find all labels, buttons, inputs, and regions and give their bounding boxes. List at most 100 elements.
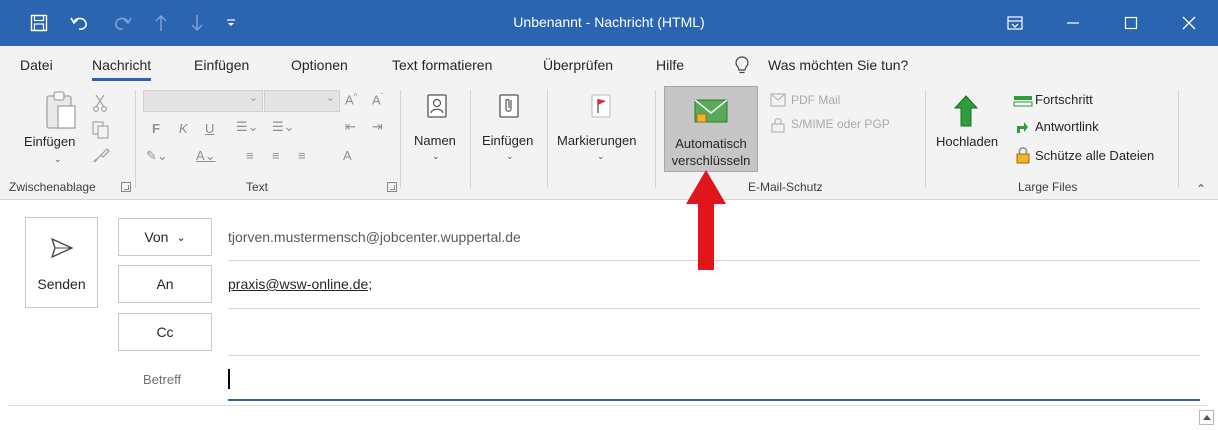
ribbon-tabs: Datei Nachricht Einfügen Optionen Text f… bbox=[0, 46, 1218, 84]
maximize-button[interactable] bbox=[1102, 0, 1160, 46]
from-value[interactable]: tjorven.mustermensch@jobcenter.wuppertal… bbox=[228, 229, 521, 245]
upload-button[interactable]: Hochladen bbox=[936, 134, 998, 149]
down-icon[interactable] bbox=[190, 14, 204, 32]
decrease-indent-icon[interactable]: ⇤ bbox=[345, 119, 356, 135]
auto-encrypt-button[interactable]: Automatisch verschlüsseln bbox=[664, 86, 758, 172]
font-color-icon[interactable]: A⌄ bbox=[196, 148, 216, 164]
lightbulb-icon bbox=[734, 55, 750, 80]
paperclip-icon bbox=[498, 94, 520, 123]
font-family-combo[interactable] bbox=[143, 90, 263, 112]
tab-ueberpruefen[interactable]: Überprüfen bbox=[543, 57, 613, 73]
send-label: Senden bbox=[37, 276, 86, 292]
auto-encrypt-label-1: Automatisch bbox=[675, 136, 747, 151]
group-label-large-files: Large Files bbox=[1018, 180, 1078, 194]
cc-button[interactable]: Cc bbox=[118, 313, 212, 351]
divider bbox=[470, 90, 471, 188]
align-left-icon[interactable]: ≡ bbox=[246, 148, 254, 163]
reply-link-button[interactable]: Antwortlink bbox=[1035, 119, 1099, 134]
font-size-combo[interactable] bbox=[264, 90, 340, 112]
customize-icon[interactable] bbox=[226, 17, 236, 29]
italic-button[interactable]: K bbox=[179, 121, 188, 136]
divider bbox=[925, 90, 926, 188]
up-icon[interactable] bbox=[154, 14, 168, 32]
minimize-button[interactable] bbox=[1044, 0, 1102, 46]
grow-font-icon[interactable]: A^ bbox=[345, 92, 357, 107]
paste-button[interactable]: Einfügen bbox=[24, 134, 75, 149]
divider bbox=[400, 90, 401, 188]
tab-nachricht[interactable]: Nachricht bbox=[92, 57, 152, 81]
cut-icon[interactable] bbox=[92, 94, 108, 117]
address-book-icon bbox=[426, 94, 448, 123]
numbering-icon[interactable]: ☰⌄ bbox=[272, 119, 295, 135]
tell-me-search[interactable]: Was möchten Sie tun? bbox=[768, 57, 908, 73]
quick-access-toolbar bbox=[0, 14, 236, 32]
smime-pgp-button[interactable]: S/MIME oder PGP bbox=[791, 117, 890, 131]
undo-icon[interactable] bbox=[70, 14, 90, 32]
chevron-down-icon: ⌄ bbox=[54, 154, 62, 164]
format-painter-icon[interactable] bbox=[92, 146, 110, 169]
progress-button[interactable]: Fortschritt bbox=[1035, 92, 1093, 107]
clipboard-launcher-icon[interactable] bbox=[121, 182, 131, 192]
ribbon: Einfügen ⌄ Zwischenablage A^ Aˇ F K U ☰⌄… bbox=[0, 84, 1218, 200]
send-button[interactable]: Senden bbox=[25, 217, 98, 308]
upload-icon bbox=[953, 94, 979, 133]
tab-einfuegen[interactable]: Einfügen bbox=[194, 57, 249, 73]
divider bbox=[228, 355, 1200, 356]
align-center-icon[interactable]: ≡ bbox=[272, 148, 280, 163]
text-cursor bbox=[228, 369, 230, 389]
tags-button[interactable]: Markierungen bbox=[557, 133, 637, 148]
highlight-icon[interactable]: ✎⌄ bbox=[146, 148, 168, 164]
title-bar: Unbenannt - Nachricht (HTML) bbox=[0, 0, 1218, 46]
auto-encrypt-label-2: verschlüsseln bbox=[671, 153, 751, 168]
divider bbox=[655, 90, 656, 188]
window-controls bbox=[986, 0, 1218, 46]
underline-button[interactable]: U bbox=[205, 121, 214, 136]
pdf-mail-button[interactable]: PDF Mail bbox=[791, 93, 840, 107]
tab-datei[interactable]: Datei bbox=[20, 57, 53, 73]
to-button[interactable]: An bbox=[118, 265, 212, 303]
save-icon[interactable] bbox=[30, 14, 48, 32]
divider bbox=[228, 308, 1200, 309]
divider bbox=[547, 90, 548, 188]
names-button[interactable]: Namen bbox=[414, 133, 456, 148]
progress-icon bbox=[1013, 94, 1033, 112]
group-label-text: Text bbox=[246, 180, 269, 194]
shrink-font-icon[interactable]: Aˇ bbox=[372, 92, 383, 107]
encrypted-mail-icon bbox=[694, 99, 728, 130]
chevron-down-icon: ⌄ bbox=[432, 151, 440, 161]
annotation-arrow-icon bbox=[684, 168, 728, 277]
collapse-ribbon-icon[interactable]: ⌃ bbox=[1196, 182, 1206, 196]
group-label-clipboard: Zwischenablage bbox=[9, 180, 96, 194]
paste-icon bbox=[44, 90, 78, 137]
increase-indent-icon[interactable]: ⇥ bbox=[372, 119, 383, 135]
protect-all-files-button[interactable]: Schütze alle Dateien bbox=[1035, 148, 1154, 163]
tab-text-formatieren[interactable]: Text formatieren bbox=[392, 57, 492, 73]
ribbon-display-options-button[interactable] bbox=[986, 0, 1044, 46]
copy-icon[interactable] bbox=[92, 121, 110, 144]
to-field[interactable]: praxis@wsw-online.de; bbox=[228, 276, 372, 292]
divider bbox=[1178, 90, 1179, 188]
text-launcher-icon[interactable] bbox=[387, 182, 397, 192]
tab-hilfe[interactable]: Hilfe bbox=[656, 57, 684, 73]
align-right-icon[interactable]: ≡ bbox=[298, 148, 306, 163]
chevron-down-icon: ⌄ bbox=[597, 151, 605, 161]
close-button[interactable] bbox=[1160, 0, 1218, 46]
from-button[interactable]: Von ⌄ bbox=[118, 218, 212, 256]
clear-formatting-icon[interactable]: A bbox=[343, 148, 352, 163]
bold-button[interactable]: F bbox=[152, 121, 160, 136]
pdf-mail-icon bbox=[770, 93, 786, 112]
scroll-up-button[interactable] bbox=[1199, 410, 1214, 425]
subject-label: Betreff bbox=[143, 372, 182, 387]
redo-icon[interactable] bbox=[112, 14, 132, 32]
lock-icon bbox=[1015, 146, 1031, 169]
group-label-email-protection: E-Mail-Schutz bbox=[748, 180, 823, 194]
chevron-down-icon: ⌄ bbox=[506, 151, 514, 161]
flag-icon bbox=[590, 94, 612, 123]
subject-underline bbox=[228, 399, 1200, 401]
divider bbox=[8, 405, 1208, 406]
tab-optionen[interactable]: Optionen bbox=[291, 57, 348, 73]
reply-link-icon bbox=[1015, 119, 1029, 140]
bullets-icon[interactable]: ☰⌄ bbox=[236, 119, 259, 135]
include-button[interactable]: Einfügen bbox=[482, 133, 533, 148]
send-icon bbox=[50, 237, 74, 263]
